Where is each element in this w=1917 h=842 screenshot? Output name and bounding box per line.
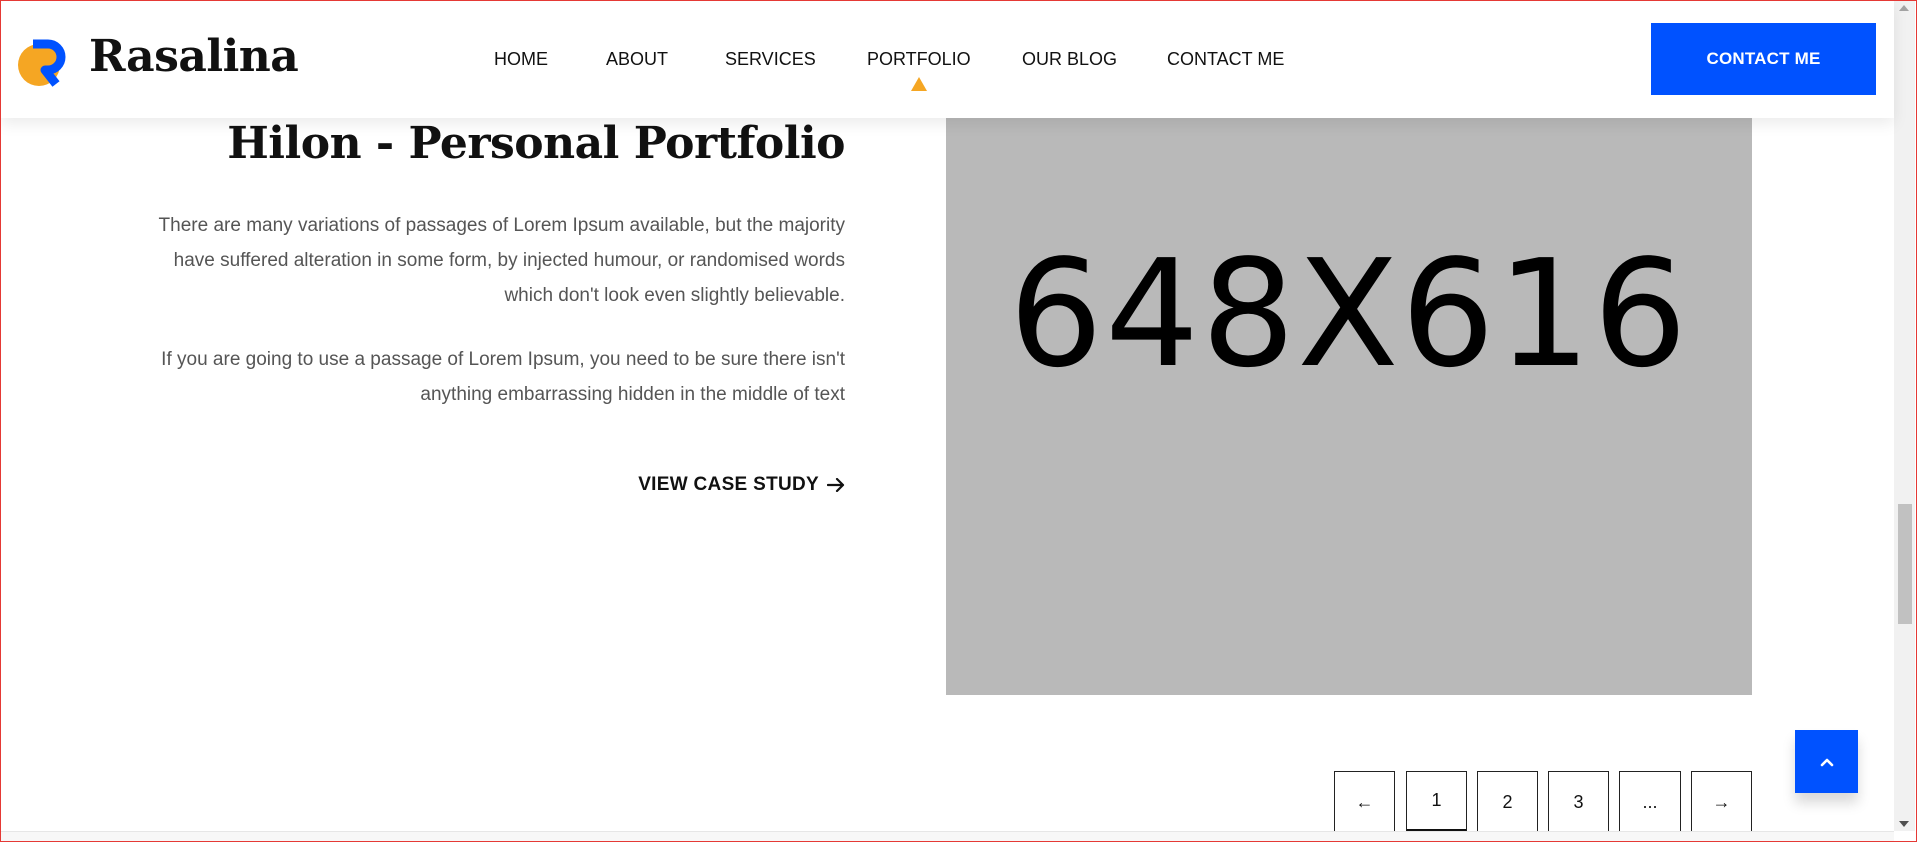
portfolio-image: 648X616: [946, 118, 1752, 695]
view-case-study-link[interactable]: VIEW CASE STUDY: [638, 474, 845, 496]
view-case-study-label: VIEW CASE STUDY: [638, 474, 819, 495]
pagination-page-1[interactable]: 1: [1406, 771, 1467, 833]
pagination-page-3[interactable]: 3: [1548, 771, 1609, 833]
portfolio-title: Hilon - Personal Portfolio: [227, 118, 845, 169]
pagination-ellipsis[interactable]: ...: [1619, 771, 1681, 833]
r-logo-icon[interactable]: [15, 34, 71, 90]
scroll-up-arrow-icon[interactable]: [1899, 5, 1909, 11]
portfolio-description-1: There are many variations of passages of…: [158, 215, 845, 306]
arrow-right-icon: [827, 478, 845, 492]
vertical-scrollbar[interactable]: [1894, 1, 1915, 831]
contact-me-button[interactable]: CONTACT ME: [1651, 23, 1876, 95]
nav-contact-me[interactable]: CONTACT ME: [1167, 49, 1284, 70]
back-to-top-button[interactable]: [1795, 730, 1858, 793]
chevron-up-icon: [1820, 758, 1833, 766]
pagination-next-button[interactable]: →: [1691, 771, 1752, 833]
bottom-edge-strip: [1, 831, 1894, 841]
brand-name[interactable]: Rasalina: [89, 31, 299, 82]
site-header: Rasalina HOME ABOUT SERVICES PORTFOLIO O…: [1, 1, 1894, 118]
pagination-page-2[interactable]: 2: [1477, 771, 1538, 833]
portfolio-description-2: If you are going to use a passage of Lor…: [161, 349, 845, 405]
nav-our-blog[interactable]: OUR BLOG: [1022, 49, 1117, 70]
nav-home[interactable]: HOME: [494, 49, 548, 70]
nav-about[interactable]: ABOUT: [606, 49, 668, 70]
pagination-prev-button[interactable]: ←: [1334, 771, 1395, 833]
scrollbar-thumb[interactable]: [1898, 504, 1912, 624]
scroll-down-arrow-icon[interactable]: [1899, 821, 1909, 827]
nav-services[interactable]: SERVICES: [725, 49, 816, 70]
nav-portfolio[interactable]: PORTFOLIO: [867, 49, 971, 91]
image-placeholder-label: 648X616: [1008, 228, 1690, 400]
